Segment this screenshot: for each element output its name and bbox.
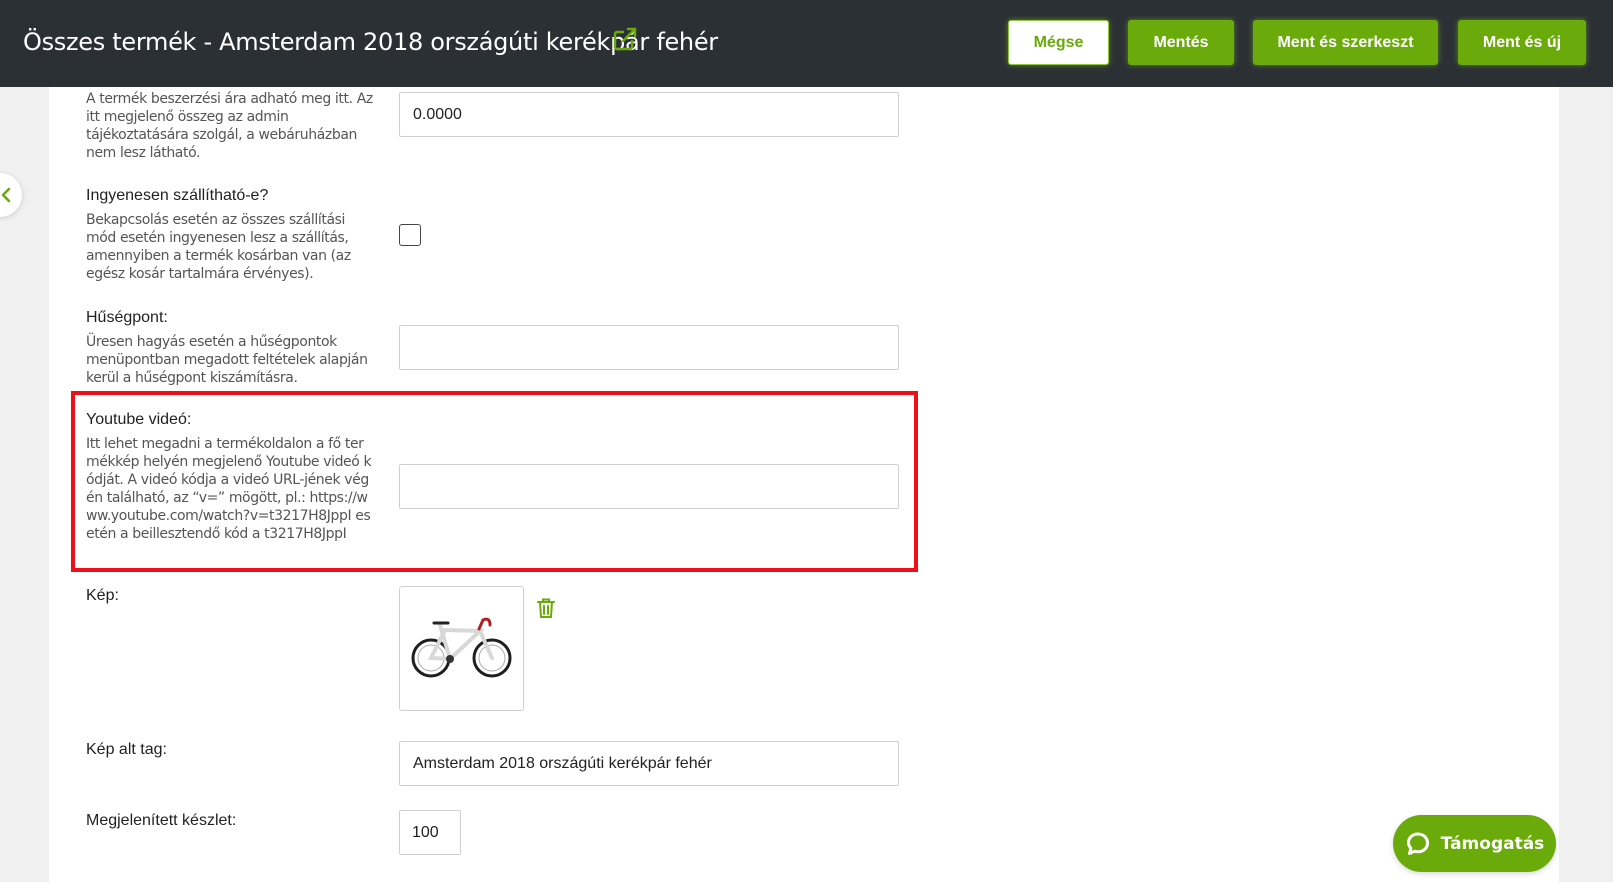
loyalty-points-description: Üresen hagyás esetén a hűségpontok menüp… xyxy=(86,334,368,386)
support-label: Támogatás xyxy=(1440,833,1545,854)
free-shipping-label: Ingyenesen szállítható-e? xyxy=(86,187,269,204)
purchase-price-input[interactable]: 0.0000 xyxy=(399,92,899,137)
save-and-edit-button[interactable]: Ment és szerkeszt xyxy=(1253,20,1438,65)
support-button[interactable]: Támogatás xyxy=(1393,815,1556,872)
purchase-price-description: A termék beszerzési ára adható meg itt. … xyxy=(86,91,373,161)
displayed-stock-label: Megjelenített készlet: xyxy=(86,812,237,829)
youtube-video-input[interactable] xyxy=(399,464,899,509)
image-alt-label: Kép alt tag: xyxy=(86,741,167,758)
youtube-video-description: Itt lehet megadni a termékoldalon a fő t… xyxy=(86,436,372,542)
bicycle-image xyxy=(411,617,512,678)
save-button[interactable]: Mentés xyxy=(1128,20,1234,65)
sidebar-toggle[interactable] xyxy=(0,173,22,217)
trash-icon[interactable] xyxy=(536,597,556,624)
product-image[interactable] xyxy=(399,586,524,711)
displayed-stock-input[interactable]: 100 xyxy=(399,810,461,855)
chat-bubble-icon xyxy=(1406,832,1429,855)
youtube-video-label: Youtube videó: xyxy=(86,411,192,428)
external-link-icon[interactable] xyxy=(612,26,638,52)
top-header: Összes termék - Amsterdam 2018 országúti… xyxy=(0,0,1613,87)
loyalty-points-input[interactable] xyxy=(399,325,899,370)
free-shipping-checkbox[interactable] xyxy=(399,224,421,246)
save-and-new-button[interactable]: Ment és új xyxy=(1458,20,1586,65)
scrollbar[interactable] xyxy=(1596,87,1613,882)
image-label: Kép: xyxy=(86,587,119,604)
loyalty-points-label: Hűségpont: xyxy=(86,309,168,326)
cancel-button[interactable]: Mégse xyxy=(1008,20,1109,65)
chevron-left-icon xyxy=(1,187,11,203)
image-alt-input[interactable]: Amsterdam 2018 országúti kerékpár fehér xyxy=(399,741,899,786)
free-shipping-description: Bekapcsolás esetén az összes szállítási … xyxy=(86,212,351,282)
